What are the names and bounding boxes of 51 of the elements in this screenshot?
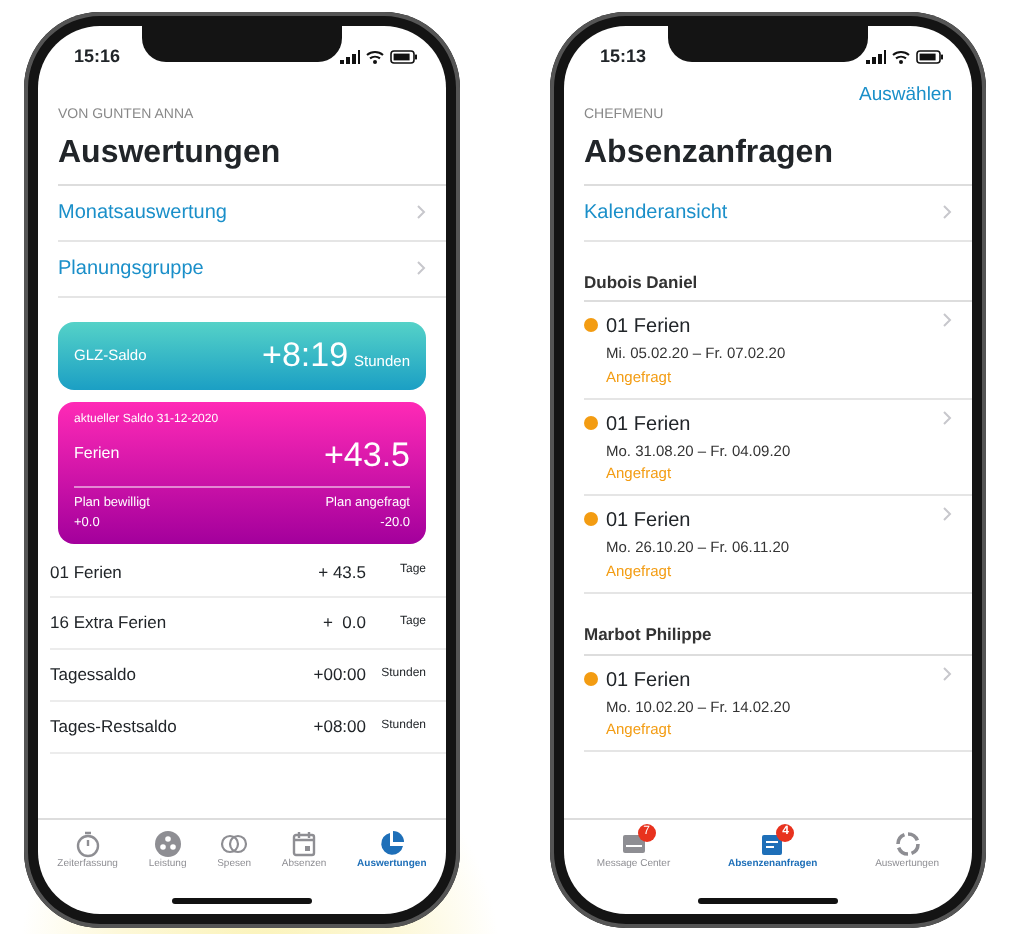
nav-row-label: Planungsgruppe (58, 255, 204, 283)
chevron-icon (942, 312, 952, 329)
signal-icon (866, 50, 886, 64)
nav-row[interactable]: Monatsauswertung (58, 185, 446, 241)
row-label: 16 Extra Ferien (50, 610, 167, 636)
ring-icon (893, 830, 922, 858)
chevron-icon (416, 204, 426, 220)
page-title: Auswertungen (58, 127, 446, 185)
row-label: Tages-Restsaldo (50, 713, 177, 739)
select-link[interactable]: Auswählen (859, 84, 952, 106)
stopwatch-icon (73, 830, 102, 858)
request-title: 01 Ferien (606, 508, 693, 537)
status-time: 15:13 (600, 43, 647, 70)
group-header: Marbot Philippe (584, 621, 972, 655)
nav-row[interactable]: Planungsgruppe (58, 241, 446, 297)
wifi-icon (892, 50, 910, 64)
chevron-icon (416, 260, 426, 276)
row-label: 01 Ferien (50, 559, 122, 585)
battery-icon (916, 50, 944, 64)
row-value: + 43.5 (318, 559, 366, 585)
battery-icon (390, 50, 418, 64)
row-value: + 0.0 (322, 610, 366, 636)
request-title: 01 Ferien (606, 667, 693, 695)
card-value: +43.5 (323, 433, 410, 477)
wifi-icon (366, 50, 384, 64)
chevron-icon (942, 204, 952, 220)
nav-row-label: Monatsauswertung (58, 199, 227, 227)
group-header: Dubois Daniel (584, 269, 972, 303)
chevron-icon (942, 409, 952, 426)
chevron-icon (942, 506, 952, 523)
row-value: +00:00 (313, 662, 366, 688)
status-time: 15:16 (74, 43, 121, 70)
pie-chart-icon (377, 830, 406, 858)
dots-circle-icon (153, 830, 182, 858)
calendar-icon (290, 830, 319, 858)
nav-row[interactable]: Kalenderansicht (584, 185, 972, 241)
row-label: Tagessaldo (50, 662, 137, 688)
coins-icon (220, 830, 249, 858)
card-value: +8:19 (262, 335, 349, 373)
request-title: 01 Ferien (606, 411, 693, 440)
home-indicator (172, 898, 312, 904)
nav-row-label: Kalenderansicht (584, 199, 728, 227)
row-value: +08:00 (313, 713, 366, 739)
page-title: Absenzanfragen (584, 127, 972, 185)
tray-icon (619, 830, 648, 858)
signal-icon (340, 50, 360, 64)
chevron-icon (942, 665, 952, 681)
home-indicator (698, 898, 838, 904)
calendar-icon (758, 830, 787, 858)
request-title: 01 Ferien (606, 314, 693, 343)
card-label: Ferien (74, 442, 120, 467)
